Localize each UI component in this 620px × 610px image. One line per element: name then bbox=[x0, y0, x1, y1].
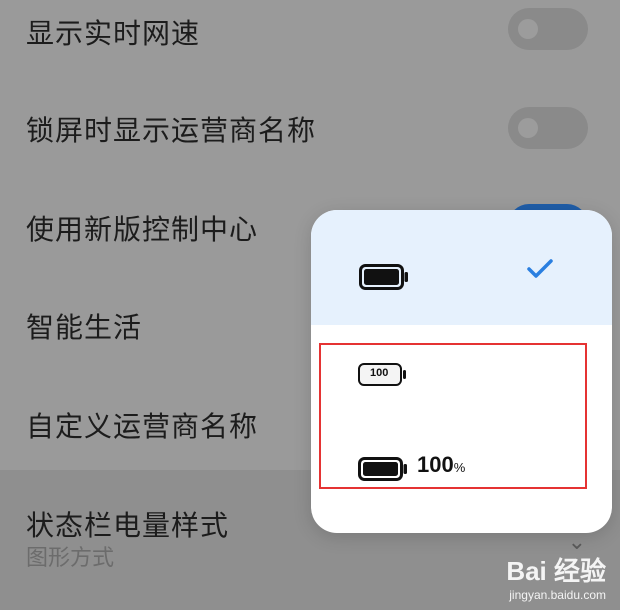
setting-row-lockscreen-carrier[interactable]: 锁屏时显示运营商名称 bbox=[0, 95, 620, 160]
watermark-url: jingyan.baidu.com bbox=[509, 588, 606, 602]
setting-row-realtime-speed[interactable]: 显示实时网速 bbox=[0, 0, 620, 65]
check-icon bbox=[527, 259, 553, 278]
setting-label: 锁屏时显示运营商名称 bbox=[26, 114, 317, 147]
setting-label: 状态栏电量样式 bbox=[26, 509, 230, 542]
setting-label: 显示实时网速 bbox=[26, 17, 201, 50]
battery-graphic-icon bbox=[359, 264, 408, 290]
battery-style-value: 图形方式 bbox=[26, 546, 115, 571]
toggle-knob bbox=[518, 118, 538, 138]
watermark: Bai 经验 jingyan.baidu.com bbox=[506, 551, 606, 602]
setting-label: 自定义运营商名称 bbox=[26, 410, 259, 443]
highlight-annotation-box bbox=[319, 343, 587, 489]
toggle-knob bbox=[518, 19, 538, 39]
option-graphic[interactable] bbox=[311, 210, 612, 325]
realtime-speed-toggle[interactable] bbox=[508, 8, 588, 50]
watermark-logo: Bai 经验 bbox=[506, 556, 606, 586]
setting-label: 使用新版控制中心 bbox=[26, 213, 259, 246]
setting-label: 智能生活 bbox=[26, 311, 143, 344]
battery-style-popup: 100 100% bbox=[311, 210, 612, 533]
lockscreen-carrier-toggle[interactable] bbox=[508, 107, 588, 149]
